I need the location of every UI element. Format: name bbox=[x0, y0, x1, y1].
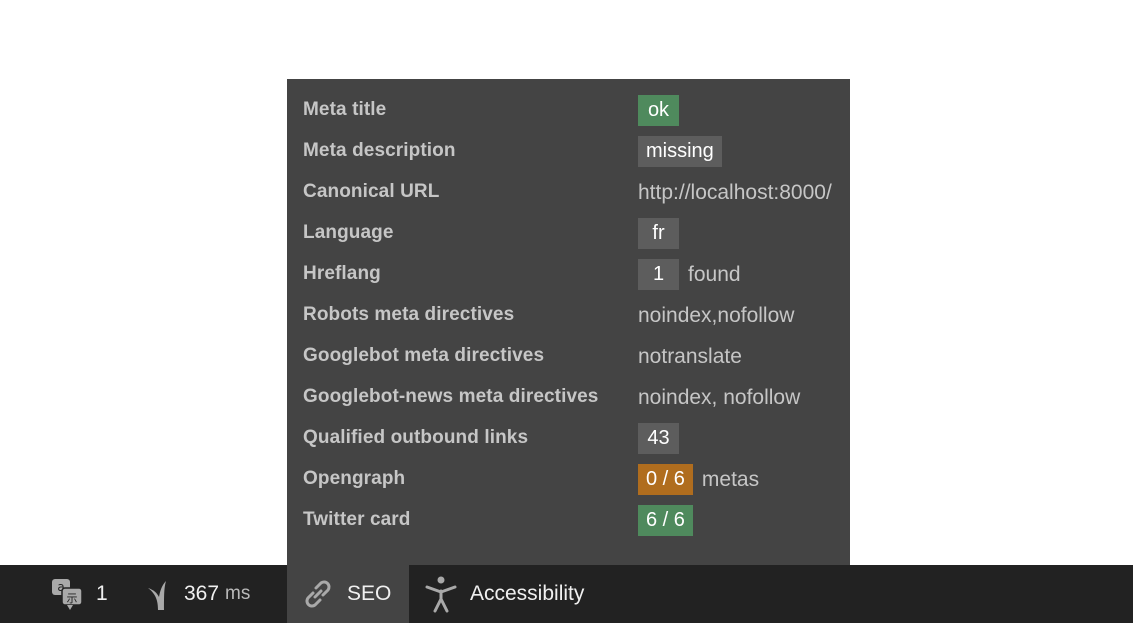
row-label: Canonical URL bbox=[303, 181, 440, 202]
row-label: Twitter card bbox=[303, 509, 411, 530]
time-icon bbox=[144, 577, 174, 611]
status-badge: 0 / 6 bbox=[638, 464, 693, 495]
row-label: Language bbox=[303, 222, 394, 243]
row-robots: Robots meta directives noindex,nofollow bbox=[287, 296, 850, 337]
svg-text:示: 示 bbox=[67, 592, 78, 605]
directive-value: notranslate bbox=[638, 345, 742, 368]
performance-unit: ms bbox=[225, 583, 251, 604]
directive-value: noindex,nofollow bbox=[638, 304, 795, 327]
row-value: missing bbox=[638, 136, 722, 167]
accessibility-panel-button[interactable]: Accessibility bbox=[423, 565, 603, 623]
accessibility-label: Accessibility bbox=[470, 582, 585, 605]
row-value: 0 / 6 metas bbox=[638, 464, 759, 495]
status-badge: 6 / 6 bbox=[638, 505, 693, 536]
directive-value: noindex, nofollow bbox=[638, 386, 801, 409]
row-value: 6 / 6 bbox=[638, 505, 693, 536]
performance-panel-button[interactable]: 367 ms bbox=[144, 565, 274, 623]
row-label: Meta description bbox=[303, 140, 456, 161]
row-label: Googlebot meta directives bbox=[303, 345, 545, 366]
translation-icon: a 示 bbox=[50, 576, 86, 612]
row-googlebot: Googlebot meta directives notranslate bbox=[287, 337, 850, 378]
language-badge: fr bbox=[638, 218, 679, 249]
row-label: Hreflang bbox=[303, 263, 381, 284]
row-language: Language fr bbox=[287, 214, 850, 255]
translation-panel-button[interactable]: a 示 1 bbox=[50, 565, 130, 623]
row-value: fr bbox=[638, 218, 679, 249]
count-suffix: metas bbox=[701, 468, 760, 491]
row-label: Qualified outbound links bbox=[303, 427, 529, 448]
row-label: Opengraph bbox=[303, 468, 406, 489]
count-badge: 1 bbox=[638, 259, 679, 290]
count-suffix: found bbox=[688, 263, 741, 286]
debug-toolbar: a 示 1 367 ms SEO Accessibility bbox=[0, 565, 1133, 623]
row-googlebot-news: Googlebot-news meta directives noindex, … bbox=[287, 378, 850, 419]
row-value: 1 found bbox=[638, 259, 741, 290]
row-canonical-url: Canonical URL http://localhost:8000/ bbox=[287, 173, 850, 214]
row-opengraph: Opengraph 0 / 6 metas bbox=[287, 460, 850, 501]
status-badge: missing bbox=[638, 136, 722, 167]
row-value: http://localhost:8000/ bbox=[638, 177, 832, 208]
row-value: notranslate bbox=[638, 341, 742, 372]
row-label: Robots meta directives bbox=[303, 304, 515, 325]
accessibility-icon bbox=[423, 575, 459, 613]
row-value: noindex, nofollow bbox=[638, 382, 800, 413]
row-meta-title: Meta title ok bbox=[287, 91, 850, 132]
row-meta-description: Meta description missing bbox=[287, 132, 850, 173]
seo-label: SEO bbox=[347, 582, 392, 605]
row-value: noindex,nofollow bbox=[638, 300, 794, 331]
seo-panel-button[interactable]: SEO bbox=[287, 565, 409, 623]
row-outbound-links: Qualified outbound links 43 bbox=[287, 419, 850, 460]
status-badge: ok bbox=[638, 95, 679, 126]
row-value: 43 bbox=[638, 423, 679, 454]
link-icon bbox=[301, 577, 335, 611]
seo-panel: Meta title ok Meta description missing C… bbox=[287, 79, 850, 565]
row-label: Googlebot-news meta directives bbox=[303, 386, 599, 407]
count-badge: 43 bbox=[638, 423, 679, 454]
canonical-url-value: http://localhost:8000/ bbox=[638, 181, 832, 204]
row-twitter-card: Twitter card 6 / 6 bbox=[287, 501, 850, 542]
row-hreflang: Hreflang 1 found bbox=[287, 255, 850, 296]
row-value: ok bbox=[638, 95, 679, 126]
row-label: Meta title bbox=[303, 99, 387, 120]
performance-value: 367 bbox=[184, 582, 220, 605]
translation-count: 1 bbox=[96, 582, 108, 605]
